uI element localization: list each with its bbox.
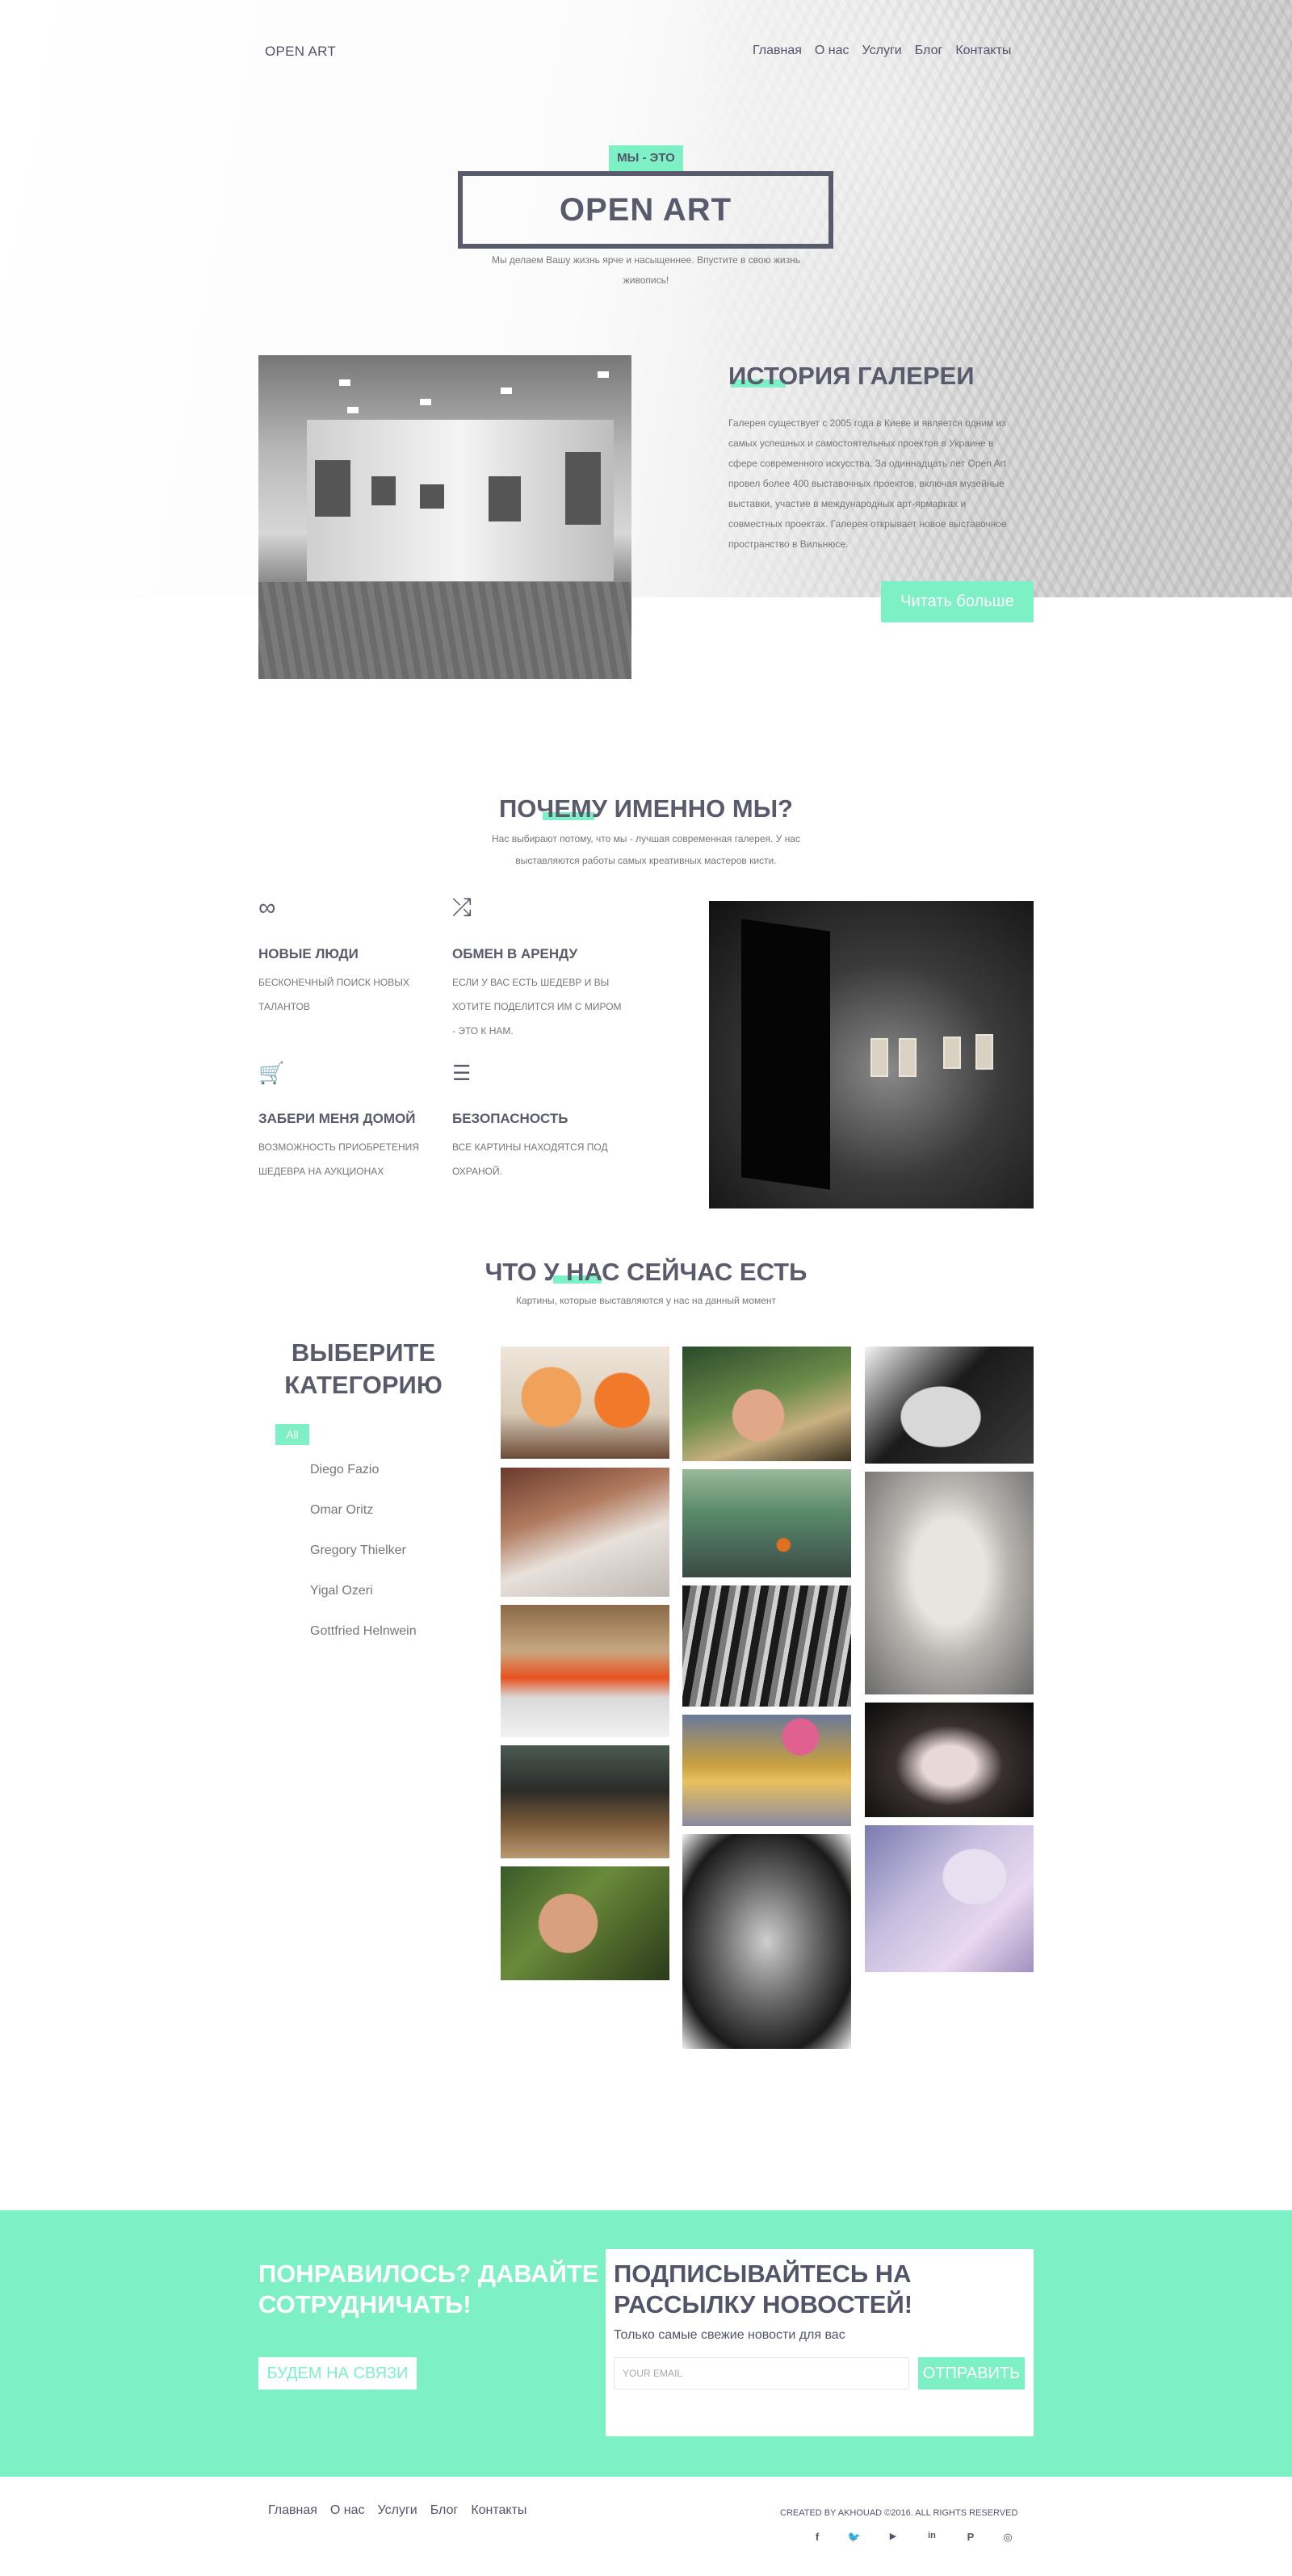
category-all-button[interactable]: All	[275, 1424, 309, 1445]
artwork-woman-leaves[interactable]	[501, 1866, 669, 1980]
nav-services[interactable]: Услуги	[862, 44, 902, 58]
hero-tag: МЫ - ЭТО	[609, 145, 683, 171]
nav-contacts[interactable]: Контакты	[471, 2503, 526, 2518]
what-title: ЧТО У НАС СЕЙЧАС ЕСТЬ	[484, 1258, 808, 1286]
sliders-icon: ☰	[452, 1061, 472, 1085]
youtube-icon[interactable]: ▶	[885, 2531, 901, 2541]
pinterest-icon[interactable]: P	[963, 2531, 979, 2543]
why-title: ПОЧЕМУ ИМЕННО МЫ?	[499, 794, 793, 823]
artwork-water-splash[interactable]	[682, 1585, 851, 1707]
artwork-rainy-street[interactable]	[682, 1469, 851, 1577]
hero-section	[0, 0, 1292, 597]
top-nav: Главная О нас Услуги Блог Контакты	[753, 44, 1011, 58]
artwork-woman-bw[interactable]	[865, 1347, 1034, 1464]
category-title-line1: ВЫБЕРИТЕ	[291, 1338, 436, 1367]
gallery-hall-photo	[709, 901, 1034, 1208]
contact-button[interactable]: БУДЕМ НА СВЯЗИ	[258, 2357, 417, 2390]
artwork-woman-lace[interactable]	[501, 1468, 669, 1597]
artwork-old-man-portrait[interactable]	[682, 1834, 851, 2049]
artwork-woman-dark-hood[interactable]	[501, 1745, 669, 1858]
nav-services[interactable]: Услуги	[378, 2503, 417, 2518]
nav-about[interactable]: О нас	[815, 44, 849, 58]
history-text: Галерея существует с 2005 года в Киеве и…	[728, 417, 1007, 550]
artwork-oranges[interactable]	[501, 1347, 669, 1459]
nav-home[interactable]: Главная	[268, 2503, 317, 2518]
feature-text: Возможность приобретения шедевра на аукц…	[258, 1141, 419, 1177]
linkedin-icon[interactable]: in	[924, 2531, 940, 2540]
shuffle-icon: ⤮	[452, 894, 472, 921]
nav-contacts[interactable]: Контакты	[955, 44, 1011, 58]
category-item[interactable]: Yigal Ozeri	[310, 1584, 373, 1598]
cta-title: ПОНРАВИЛОСЬ? ДАВАЙТЕ СОТРУДНИЧАТЬ!	[258, 2260, 599, 2318]
cart-icon: 🛒	[258, 1061, 285, 1085]
artwork-woman-red-dress[interactable]	[501, 1605, 669, 1737]
why-subtitle: Нас выбирают потому, что мы - лучшая сов…	[492, 833, 800, 866]
artwork-woman-light[interactable]	[682, 1347, 851, 1461]
read-more-button[interactable]: Читать больше	[881, 581, 1034, 622]
nav-about[interactable]: О нас	[330, 2503, 365, 2518]
instagram-icon[interactable]: ◎	[1000, 2531, 1016, 2544]
copyright: CREATED BY AKHOUAD ©2016. ALL RIGHTS RES…	[780, 2508, 1018, 2518]
category-title-line2: КАТЕГОРИЮ	[284, 1371, 443, 1399]
nav-blog[interactable]: Блог	[430, 2503, 459, 2518]
footer-nav: Главная О нас Услуги Блог Контакты	[268, 2503, 526, 2518]
history-title: ИСТОРИЯ ГАЛЕРЕИ	[728, 362, 975, 390]
what-subtitle: Картины, которые выставляются у нас на д…	[515, 1295, 777, 1306]
gallery-interior-photo	[258, 355, 631, 679]
feature-title: БЕЗОПАСНОСТЬ	[452, 1111, 568, 1126]
category-item[interactable]: Diego Fazio	[310, 1463, 379, 1477]
twitter-icon[interactable]: 🐦	[846, 2531, 862, 2544]
brand-logo[interactable]: OPEN ART	[265, 44, 336, 60]
email-input[interactable]: YOUR EMAIL	[614, 2357, 909, 2390]
feature-title: НОВЫЕ ЛЮДИ	[258, 946, 359, 961]
hero-title: OPEN ART	[458, 171, 833, 249]
send-button[interactable]: ОТПРАВИТЬ	[918, 2357, 1025, 2390]
feature-title: ЗАБЕРИ МЕНЯ ДОМОЙ	[258, 1111, 416, 1126]
category-title: ВЫБЕРИТЕ КАТЕГОРИЮ	[242, 1337, 484, 1401]
nav-blog[interactable]: Блог	[915, 44, 943, 58]
category-item[interactable]: Omar Oritz	[310, 1503, 373, 1518]
artwork-umbrella[interactable]	[682, 1715, 851, 1826]
subscribe-title: ПОДПИСЫВАЙТЕСЬ НА РАССЫЛКУ НОВОСТЕЙ!	[614, 2260, 913, 2318]
artwork-two-women[interactable]	[865, 1825, 1034, 1972]
feature-text: Все картины находятся под охраной.	[452, 1141, 608, 1177]
artwork-pale-face[interactable]	[865, 1472, 1034, 1694]
infinity-icon: ∞	[258, 894, 276, 921]
feature-text: Бесконечный поиск новых талантов	[258, 977, 409, 1012]
facebook-icon[interactable]: f	[809, 2531, 825, 2543]
feature-text: Если у вас есть шедевр и вы хотите подел…	[452, 977, 622, 1037]
hero-subtitle: Мы делаем Вашу жизнь ярче и насыщеннее. …	[491, 254, 801, 286]
nav-home[interactable]: Главная	[753, 44, 802, 58]
subscribe-text: Только самые свежие новости для вас	[614, 2328, 845, 2342]
artwork-girl-dark[interactable]	[865, 1703, 1034, 1817]
category-item[interactable]: Gregory Thielker	[310, 1544, 406, 1558]
feature-title: ОБМЕН В АРЕНДУ	[452, 946, 578, 961]
category-item[interactable]: Gottfried Helnwein	[310, 1624, 417, 1639]
